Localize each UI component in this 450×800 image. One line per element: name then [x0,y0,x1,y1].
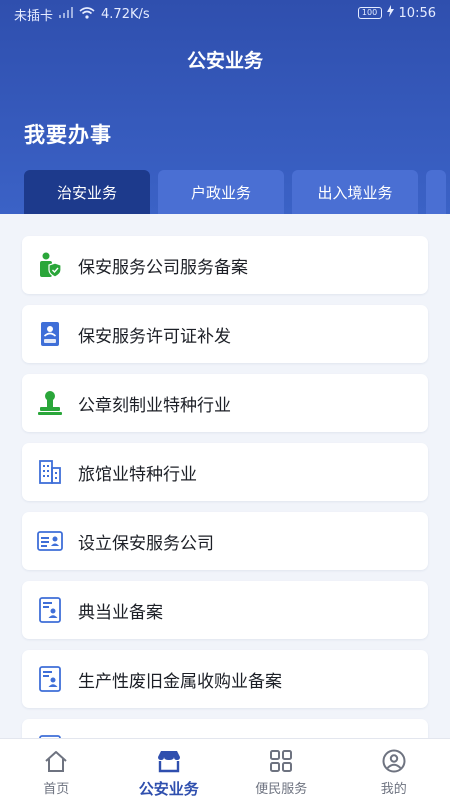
battery-icon: 100 [357,7,382,19]
list-item[interactable]: 典当业备案 [22,581,428,639]
nav-label: 首页 [43,782,70,797]
wifi-icon [79,6,95,23]
document-person-icon [37,666,63,692]
nav-label: 便民服务 [255,782,308,797]
license-card-icon [37,321,63,347]
store-icon [156,748,182,774]
nav-home[interactable]: 首页 [0,739,113,800]
list-item[interactable]: 生产性废旧金属收购业备案 [22,650,428,708]
nav-public-security[interactable]: 公安业务 [113,739,226,800]
item-label: 保安服务许可证补发 [78,326,231,347]
user-icon [381,748,407,774]
tab-household[interactable]: 户政业务 [158,170,284,214]
tab-exit-entry[interactable]: 出入境业务 [292,170,418,214]
list-item[interactable]: 旅馆业特种行业 [22,443,428,501]
section-title: 我要办事 [24,123,112,147]
tab-more-partial[interactable] [426,170,446,214]
tab-public-security[interactable]: 治安业务 [24,170,150,214]
signal-icon [59,7,74,22]
service-list: 保安服务公司服务备案 保安服务许可证补发 公章刻制业特种行业 旅馆业特种行业 设… [22,236,428,788]
list-item[interactable]: 保安服务许可证补发 [22,305,428,363]
bottom-nav: 首页 公安业务 便民服务 我的 [0,738,450,800]
list-item[interactable]: 保安服务公司服务备案 [22,236,428,294]
network-speed: 4.72K/s [101,7,150,22]
carrier-label: 未插卡 [14,9,54,24]
charging-icon [386,5,394,21]
business-tabs: 治安业务 户政业务 出入境业务 [24,170,446,214]
item-label: 公章刻制业特种行业 [78,395,231,416]
header: 未插卡 4.72K/s 100 10:56 公安业务 我要办事 治安业务 户政业… [0,0,450,214]
list-item[interactable]: 公章刻制业特种行业 [22,374,428,432]
nav-mine[interactable]: 我的 [338,739,450,800]
list-item[interactable]: 设立保安服务公司 [22,512,428,570]
id-card-icon [37,528,63,554]
building-icon [37,459,63,485]
person-shield-icon [37,252,63,278]
nav-label: 公安业务 [138,780,199,798]
document-person-icon [37,597,63,623]
home-icon [43,748,69,774]
item-label: 典当业备案 [78,602,163,623]
grid-icon [268,748,294,774]
item-label: 旅馆业特种行业 [78,464,197,485]
page-title: 公安业务 [186,50,263,72]
clock: 10:56 [398,5,436,21]
item-label: 设立保安服务公司 [78,533,214,554]
item-label: 生产性废旧金属收购业备案 [78,671,282,692]
status-bar: 未插卡 4.72K/s 100 10:56 [0,0,450,28]
nav-label: 我的 [380,782,407,797]
item-label: 保安服务公司服务备案 [78,257,248,278]
nav-convenience[interactable]: 便民服务 [225,739,338,800]
stamp-icon [37,390,63,416]
